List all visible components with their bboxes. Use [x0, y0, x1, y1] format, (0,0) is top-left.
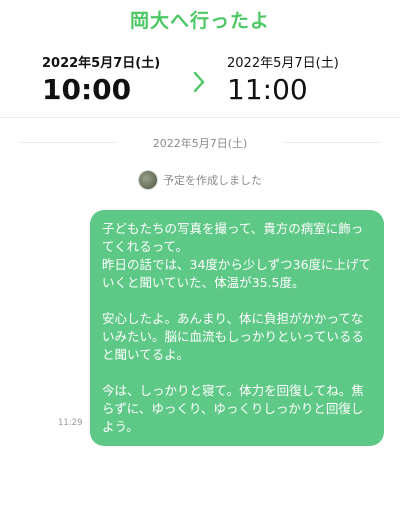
- avatar[interactable]: [138, 170, 158, 190]
- end-time-block[interactable]: 2022年5月7日(土) 11:00: [227, 56, 339, 106]
- date-separator: 2022年5月7日(土): [0, 135, 400, 151]
- system-message: 予定を作成しました: [0, 170, 400, 190]
- end-time: 11:00: [227, 73, 308, 106]
- end-date: 2022年5月7日(土): [227, 56, 339, 71]
- start-time-block[interactable]: 2022年5月7日(土) 10:00: [42, 56, 160, 106]
- date-separator-label: 2022年5月7日(土): [152, 137, 248, 150]
- message-timestamp: 11:29: [58, 418, 83, 428]
- message-bubble[interactable]: 子どもたちの写真を撮って、貴方の病室に飾ってくれるって。 昨日の話では、34度か…: [90, 210, 384, 446]
- header-divider: [0, 117, 400, 118]
- system-message-text: 予定を作成しました: [163, 174, 262, 187]
- event-chat-screen: 岡大へ行ったよ 2022年5月7日(土) 10:00 2022年5月7日(土) …: [0, 0, 400, 512]
- separator-line-right: [282, 142, 382, 143]
- chevron-right-icon: [193, 71, 205, 93]
- start-date: 2022年5月7日(土): [42, 56, 161, 71]
- separator-line-left: [18, 142, 118, 143]
- start-time: 10:00: [42, 73, 132, 106]
- event-title: 岡大へ行ったよ: [129, 10, 270, 32]
